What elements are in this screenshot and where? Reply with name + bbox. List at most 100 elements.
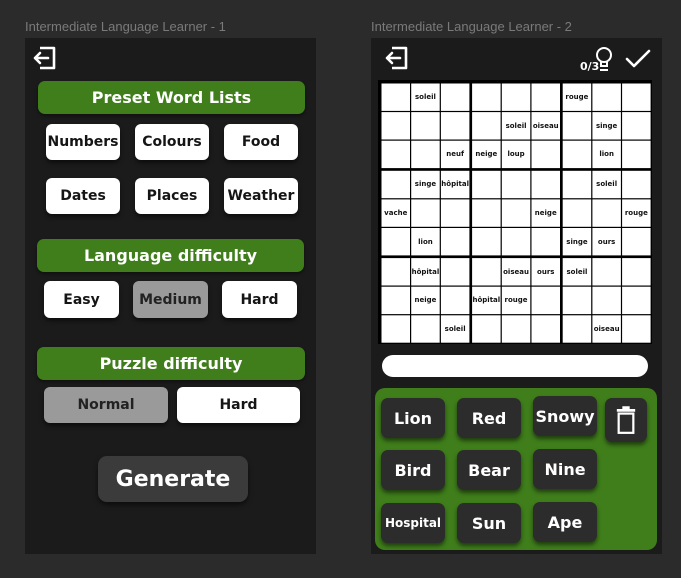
grid-cell[interactable]	[472, 315, 501, 342]
grid-cell[interactable]	[502, 199, 531, 226]
grid-cell[interactable]: lion	[592, 141, 621, 168]
language-medium-button[interactable]: Medium	[133, 281, 208, 318]
grid-cell[interactable]: vache	[382, 199, 411, 226]
grid-cell[interactable]: ours	[592, 228, 621, 255]
grid-cell[interactable]	[472, 228, 501, 255]
grid-cell[interactable]	[502, 84, 531, 111]
preset-food-button[interactable]: Food	[224, 124, 298, 160]
grid-cell[interactable]	[411, 199, 440, 226]
grid-cell[interactable]	[472, 112, 501, 139]
grid-cell[interactable]	[472, 171, 501, 198]
grid-cell[interactable]	[592, 84, 621, 111]
check-icon[interactable]	[625, 48, 651, 70]
grid-cell[interactable]	[592, 258, 621, 285]
grid-cell[interactable]: soleil	[592, 171, 621, 198]
grid-cell[interactable]	[622, 228, 651, 255]
grid-cell[interactable]	[532, 84, 561, 111]
grid-cell[interactable]	[382, 287, 411, 314]
grid-cell[interactable]	[441, 287, 470, 314]
grid-cell[interactable]: singe	[411, 171, 440, 198]
word-hospital-button[interactable]: Hospital	[381, 503, 445, 543]
preset-numbers-button[interactable]: Numbers	[46, 124, 120, 160]
grid-cell[interactable]: neige	[411, 287, 440, 314]
puzzle-normal-button[interactable]: Normal	[44, 387, 168, 423]
grid-cell[interactable]	[441, 84, 470, 111]
preset-places-button[interactable]: Places	[135, 178, 209, 214]
grid-cell[interactable]: rouge	[563, 84, 592, 111]
grid-cell[interactable]	[441, 112, 470, 139]
grid-cell[interactable]	[382, 228, 411, 255]
grid-cell[interactable]	[382, 171, 411, 198]
grid-cell[interactable]	[592, 199, 621, 226]
word-bird-button[interactable]: Bird	[381, 450, 445, 490]
grid-cell[interactable]	[472, 258, 501, 285]
preset-colours-button[interactable]: Colours	[135, 124, 209, 160]
grid-cell[interactable]	[472, 199, 501, 226]
grid-cell[interactable]: oiseau	[532, 112, 561, 139]
grid-cell[interactable]	[382, 112, 411, 139]
grid-cell[interactable]	[411, 315, 440, 342]
word-lion-button[interactable]: Lion	[381, 398, 445, 438]
word-nine-button[interactable]: Nine	[533, 449, 597, 489]
grid-cell[interactable]	[532, 287, 561, 314]
grid-cell[interactable]	[441, 199, 470, 226]
grid-cell[interactable]	[382, 84, 411, 111]
grid-cell[interactable]	[441, 258, 470, 285]
grid-cell[interactable]: hôpital	[441, 171, 470, 198]
word-sun-button[interactable]: Sun	[457, 503, 521, 543]
grid-cell[interactable]	[622, 84, 651, 111]
grid-cell[interactable]: lion	[411, 228, 440, 255]
grid-cell[interactable]	[563, 315, 592, 342]
language-easy-button[interactable]: Easy	[44, 281, 119, 318]
grid-cell[interactable]	[532, 315, 561, 342]
exit-icon[interactable]	[384, 45, 410, 71]
grid-cell[interactable]	[622, 258, 651, 285]
grid-cell[interactable]	[563, 171, 592, 198]
grid-cell[interactable]	[622, 171, 651, 198]
grid-cell[interactable]	[563, 141, 592, 168]
generate-button[interactable]: Generate	[98, 456, 248, 502]
word-snowy-button[interactable]: Snowy	[533, 396, 597, 436]
language-hard-button[interactable]: Hard	[222, 281, 297, 318]
grid-cell[interactable]: hôpital	[411, 258, 440, 285]
exit-icon[interactable]	[32, 45, 58, 71]
grid-cell[interactable]	[382, 258, 411, 285]
grid-cell[interactable]	[563, 112, 592, 139]
grid-cell[interactable]	[441, 228, 470, 255]
grid-cell[interactable]: neige	[472, 141, 501, 168]
grid-cell[interactable]: hôpital	[472, 287, 501, 314]
grid-cell[interactable]	[502, 228, 531, 255]
sudoku-grid[interactable]: soleil rouge soleil oiseau singe neuf neige lou…	[378, 80, 652, 344]
grid-cell[interactable]	[532, 141, 561, 168]
grid-cell[interactable]: soleil	[441, 315, 470, 342]
preset-dates-button[interactable]: Dates	[46, 178, 120, 214]
lightbulb-icon[interactable]	[594, 46, 614, 72]
grid-cell[interactable]: singe	[563, 228, 592, 255]
grid-cell[interactable]	[472, 84, 501, 111]
grid-cell[interactable]	[382, 141, 411, 168]
grid-cell[interactable]	[622, 112, 651, 139]
grid-cell[interactable]	[592, 287, 621, 314]
grid-cell[interactable]: oiseau	[502, 258, 531, 285]
word-red-button[interactable]: Red	[457, 398, 521, 438]
grid-cell[interactable]	[502, 171, 531, 198]
grid-cell[interactable]: rouge	[502, 287, 531, 314]
grid-cell[interactable]	[532, 171, 561, 198]
grid-cell[interactable]: oiseau	[592, 315, 621, 342]
grid-cell[interactable]	[502, 315, 531, 342]
grid-cell[interactable]	[563, 199, 592, 226]
grid-cell[interactable]: soleil	[411, 84, 440, 111]
preset-weather-button[interactable]: Weather	[224, 178, 298, 214]
grid-cell[interactable]	[532, 228, 561, 255]
grid-cell[interactable]	[411, 112, 440, 139]
word-bear-button[interactable]: Bear	[457, 450, 521, 490]
grid-cell[interactable]	[622, 315, 651, 342]
puzzle-hard-button[interactable]: Hard	[177, 387, 300, 423]
grid-cell[interactable]: soleil	[563, 258, 592, 285]
answer-input[interactable]	[382, 355, 648, 377]
grid-cell[interactable]	[563, 287, 592, 314]
trash-icon[interactable]	[605, 398, 647, 442]
grid-cell[interactable]: ours	[532, 258, 561, 285]
grid-cell[interactable]: singe	[592, 112, 621, 139]
grid-cell[interactable]: soleil	[502, 112, 531, 139]
